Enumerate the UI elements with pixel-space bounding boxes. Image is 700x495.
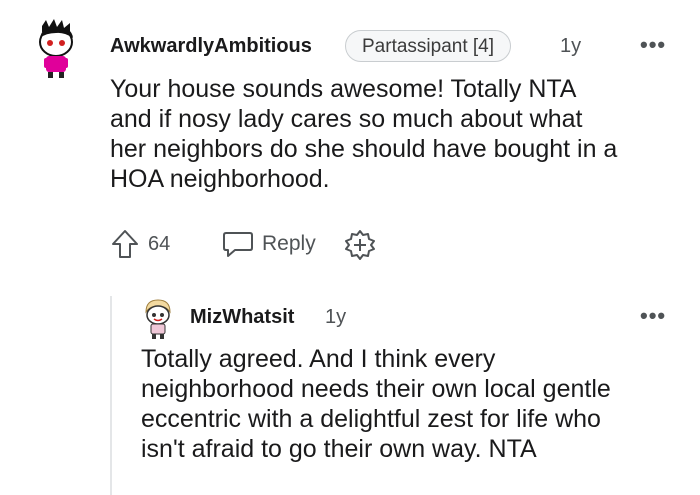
reply-body-line: eccentric with a delightful zest for lif… bbox=[141, 405, 601, 433]
comment-body-line: Your house sounds awesome! Totally NTA bbox=[110, 75, 577, 103]
reply-author[interactable]: MizWhatsit bbox=[190, 306, 294, 329]
reply-body-line: isn't afraid to go their own way. NTA bbox=[141, 435, 537, 463]
comment-body-line: and if nosy lady cares so much about wha… bbox=[110, 105, 583, 133]
vote-score: 64 bbox=[148, 233, 171, 255]
comment-author[interactable]: AwkwardlyAmbitious bbox=[110, 35, 312, 58]
speech-bubble-icon[interactable] bbox=[222, 230, 254, 258]
reply-age: 1y bbox=[325, 306, 347, 328]
comment-body-line: HOA neighborhood. bbox=[110, 165, 330, 193]
comment-body: Your house sounds awesome! Totally NTA a… bbox=[110, 74, 680, 194]
avatar-icon[interactable] bbox=[140, 298, 176, 340]
comment-body-line: her neighbors do she should have bought … bbox=[110, 135, 618, 163]
more-options-button[interactable]: ••• bbox=[640, 303, 666, 329]
avatar-icon[interactable] bbox=[32, 18, 84, 80]
reply-body-line: neighborhood needs their own local gentl… bbox=[141, 375, 611, 403]
reply-body-line: Totally agreed. And I think every bbox=[141, 345, 496, 373]
more-options-button[interactable]: ••• bbox=[640, 32, 666, 58]
user-flair: Partassipant [4] bbox=[345, 30, 512, 62]
reply-body: Totally agreed. And I think every neighb… bbox=[141, 344, 681, 464]
thread-line[interactable] bbox=[110, 296, 112, 495]
comment-age: 1y bbox=[560, 35, 582, 57]
reply-button[interactable]: Reply bbox=[262, 232, 316, 256]
upvote-arrow-icon[interactable] bbox=[110, 228, 140, 260]
award-plus-icon[interactable] bbox=[344, 229, 376, 261]
comment: AwkwardlyAmbitious Partassipant [4] 1y •… bbox=[0, 0, 700, 290]
